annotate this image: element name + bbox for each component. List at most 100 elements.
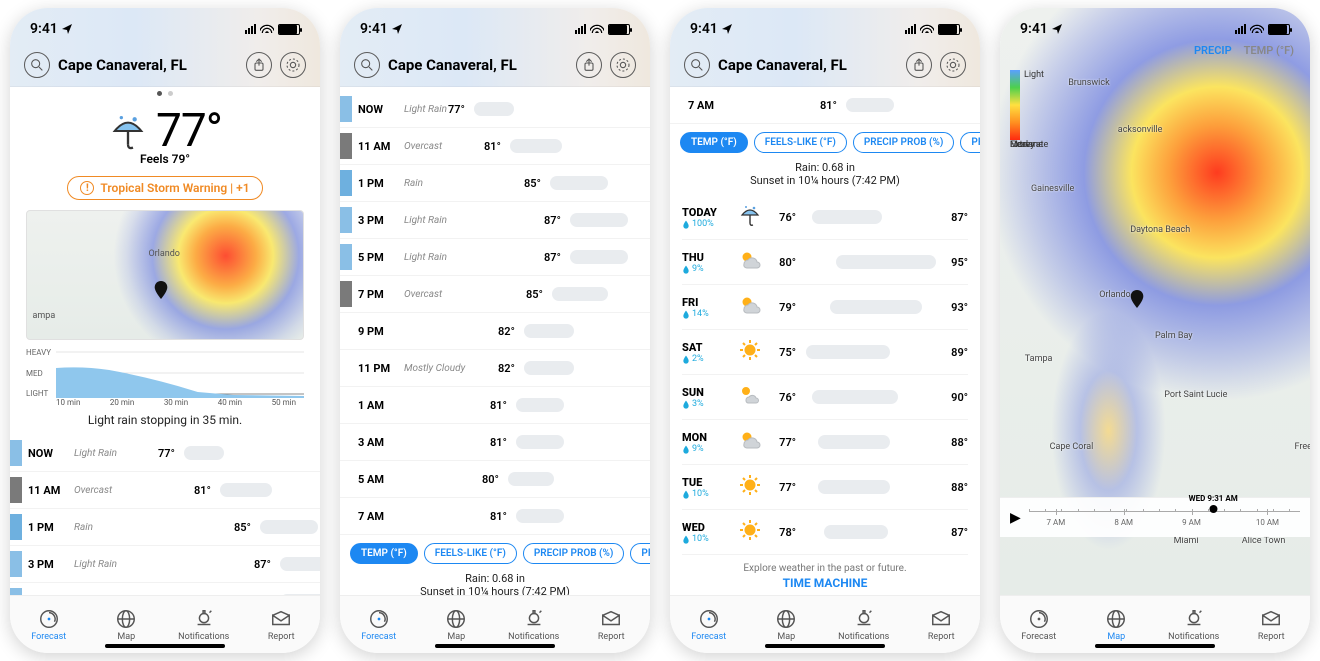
daily-list[interactable]: TODAY 100% 76° 87° THU 9% 80° 95° FRI 14… <box>670 195 980 555</box>
map-content[interactable]: PRECIP TEMP (°F) LightModerate HeavyExtr… <box>1000 8 1310 595</box>
temp-range-bar <box>510 139 562 153</box>
tab-forecast[interactable]: Forecast <box>340 596 418 653</box>
hourly-row[interactable]: 1 PM Rain 85° <box>340 165 650 202</box>
header: Cape Canaveral, FL <box>340 42 650 87</box>
hourly-row[interactable]: 3 PM Light Rain 87° <box>340 202 650 239</box>
map-tab-precip[interactable]: PRECIP <box>1194 44 1232 57</box>
tab-forecast[interactable]: Forecast <box>670 596 748 653</box>
hour-temp: 81° <box>490 436 507 449</box>
home-indicator[interactable] <box>1095 644 1215 648</box>
home-indicator[interactable] <box>765 644 885 648</box>
share-button[interactable] <box>246 52 272 78</box>
temp-range-bar <box>524 324 574 338</box>
radar-thumbnail[interactable]: Orlando ampa <box>26 210 304 340</box>
tab-forecast[interactable]: Forecast <box>1000 596 1078 653</box>
phone-3: 9:41 Cape Canaveral, FL 7 AM 81° TEMP (°… <box>670 8 980 653</box>
map-pin-icon <box>154 281 166 293</box>
tab-report[interactable]: Report <box>903 596 981 653</box>
search-button[interactable] <box>24 52 50 78</box>
hourly-row[interactable]: 9 PM 82° <box>340 313 650 350</box>
map-timeline[interactable]: ▶ 7 AM8 AM9 AM10 AMWED 9:31 AM <box>1000 497 1310 537</box>
temp-range-bar <box>824 525 888 539</box>
location-title[interactable]: Cape Canaveral, FL <box>58 56 238 74</box>
chip-feels[interactable]: FEELS-LIKE (°F) <box>754 132 847 153</box>
daily-row[interactable]: SUN 3% 76° 90° <box>682 375 968 420</box>
chip-temp[interactable]: TEMP (°F) <box>680 132 748 153</box>
forecast-content[interactable]: 77° Feels 79° ! Tropical Storm Warning |… <box>10 87 320 595</box>
share-button[interactable] <box>576 52 602 78</box>
chip-more[interactable]: PRECI <box>630 543 650 564</box>
temp-range-bar <box>524 361 574 375</box>
hourly-row[interactable]: 1 PM Rain 85° <box>10 509 320 546</box>
hourly-row[interactable]: 1 AM 81° <box>340 387 650 424</box>
hour-time: 5 AM <box>358 473 404 486</box>
header: Cape Canaveral, FL <box>670 42 980 87</box>
high-temp: 87° <box>940 526 968 539</box>
daily-row[interactable]: TUE 10% 77° 88° <box>682 465 968 510</box>
forecast-content[interactable]: 7 AM 81° TEMP (°F) FEELS-LIKE (°F) PRECI… <box>670 87 980 595</box>
timeline-track[interactable]: 7 AM8 AM9 AM10 AMWED 9:31 AM <box>1029 511 1300 535</box>
time-machine-link[interactable]: TIME MACHINE <box>670 576 980 590</box>
low-temp: 75° <box>768 346 796 359</box>
tab-report[interactable]: Report <box>243 596 321 653</box>
settings-button[interactable] <box>940 52 966 78</box>
hourly-row[interactable]: NOW Light Rain 77° <box>10 435 320 472</box>
settings-button[interactable] <box>610 52 636 78</box>
daily-row[interactable]: THU 9% 80° 95° <box>682 240 968 285</box>
share-button[interactable] <box>906 52 932 78</box>
chip-temp[interactable]: TEMP (°F) <box>350 543 418 564</box>
signal-icon <box>905 24 916 34</box>
hourly-row[interactable]: 5 PM Light Rain 87° <box>340 239 650 276</box>
hourly-row[interactable]: 7 AM 81° <box>670 87 980 124</box>
hourly-list[interactable]: NOW Light Rain 77° 11 AM Overcast 81° 1 … <box>340 91 650 535</box>
hourly-row[interactable]: 5 AM 80° <box>340 461 650 498</box>
precip-bar <box>340 392 352 418</box>
daily-row[interactable]: SAT 2% 75° 89° <box>682 330 968 375</box>
low-temp: 77° <box>768 436 796 449</box>
tab-report[interactable]: Report <box>573 596 651 653</box>
weather-warning[interactable]: ! Tropical Storm Warning | +1 <box>67 176 262 200</box>
settings-button[interactable] <box>280 52 306 78</box>
hour-time: 11 AM <box>358 140 404 153</box>
daily-row[interactable]: MON 9% 77° 88° <box>682 420 968 465</box>
temp-range-bar <box>830 300 922 314</box>
status-bar: 9:41 <box>10 8 320 42</box>
chip-precip[interactable]: PRECIP PROB (%) <box>523 543 625 564</box>
hourly-row[interactable]: 11 PM Mostly Cloudy 82° <box>340 350 650 387</box>
home-indicator[interactable] <box>105 644 225 648</box>
weather-icon <box>738 203 762 231</box>
hourly-row[interactable]: 7 AM 81° <box>340 498 650 535</box>
hourly-list[interactable]: NOW Light Rain 77° 11 AM Overcast 81° 1 … <box>10 435 320 595</box>
chip-feels[interactable]: FEELS-LIKE (°F) <box>424 543 517 564</box>
hourly-row[interactable]: 3 PM Light Rain 87° <box>10 546 320 583</box>
hourly-row[interactable]: NOW Light Rain 77° <box>340 91 650 128</box>
daily-row[interactable]: WED 10% 78° 87° <box>682 510 968 555</box>
tab-report[interactable]: Report <box>1233 596 1311 653</box>
map-tab-temp[interactable]: TEMP (°F) <box>1244 44 1294 57</box>
tab-forecast[interactable]: Forecast <box>10 596 88 653</box>
hourly-row[interactable]: 7 PM Overcast 85° <box>340 276 650 313</box>
search-button[interactable] <box>354 52 380 78</box>
chip-more[interactable]: PRECI <box>960 132 980 153</box>
precip-prob: 9% <box>682 444 732 454</box>
forecast-content[interactable]: NOW Light Rain 77° 11 AM Overcast 81° 1 … <box>340 87 650 595</box>
play-button[interactable]: ▶ <box>1010 510 1021 526</box>
chip-precip[interactable]: PRECIP PROB (%) <box>853 132 955 153</box>
daily-row[interactable]: TODAY 100% 76° 87° <box>682 195 968 240</box>
hourly-row[interactable]: 3 AM 81° <box>340 424 650 461</box>
hourly-row[interactable]: 11 AM Overcast 81° <box>10 472 320 509</box>
location-title[interactable]: Cape Canaveral, FL <box>718 56 898 74</box>
home-indicator[interactable] <box>435 644 555 648</box>
hourly-row[interactable]: 11 AM Overcast 81° <box>340 128 650 165</box>
search-button[interactable] <box>684 52 710 78</box>
daily-row[interactable]: FRI 14% 79° 93° <box>682 285 968 330</box>
search-icon <box>29 57 45 73</box>
hourly-list[interactable]: 7 AM 81° <box>670 87 980 124</box>
location-title[interactable]: Cape Canaveral, FL <box>388 56 568 74</box>
timeline-now[interactable]: WED 9:31 AM <box>1189 494 1238 513</box>
status-bar: 9:41 <box>670 8 980 42</box>
hourly-row[interactable]: 5 PM Light Rain 87° <box>10 583 320 595</box>
hour-time: 3 AM <box>358 436 404 449</box>
page-dots[interactable] <box>10 91 320 96</box>
status-bar: 9:41 <box>340 8 650 42</box>
